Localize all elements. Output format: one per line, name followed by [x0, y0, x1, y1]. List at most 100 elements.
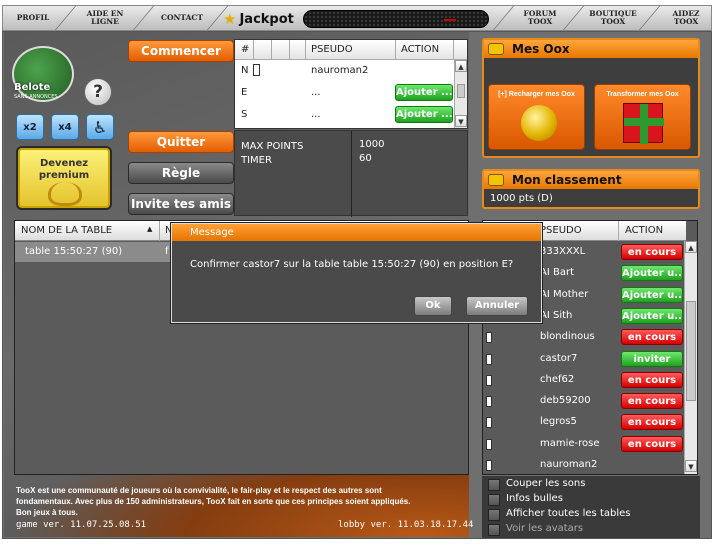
- players-scrollbar[interactable]: ▲ ▼: [684, 241, 697, 474]
- app-window: PROFIL AIDE EN LIGNE CONTACT ★ Jackpot FOR…: [0, 0, 714, 550]
- header-seat: #: [241, 44, 250, 55]
- player-pseudo: legros5: [540, 416, 577, 428]
- scroll-up-icon[interactable]: ▲: [455, 60, 467, 72]
- scroll-down-icon[interactable]: ▼: [685, 460, 697, 472]
- scroll-thumb[interactable]: [686, 301, 696, 401]
- speed-x4-icon[interactable]: x4: [51, 114, 79, 140]
- player-action-button[interactable]: en cours: [621, 414, 683, 431]
- player-action-button[interactable]: en cours: [621, 329, 683, 346]
- player-pseudo: castor7: [540, 352, 578, 364]
- player-checkbox[interactable]: [486, 396, 492, 408]
- annuler-button[interactable]: Annuler: [466, 296, 528, 316]
- player-row[interactable]: legros5 en cours: [483, 412, 686, 433]
- premium-line1: Devenez: [39, 158, 89, 169]
- player-checkbox[interactable]: [486, 417, 492, 429]
- seat-pseudo: ...: [311, 87, 321, 98]
- seats-scrollbar[interactable]: ▲ ▼: [454, 60, 467, 128]
- param-value: 1000: [359, 139, 385, 150]
- player-checkbox[interactable]: [486, 460, 492, 471]
- seat-row: E ... Ajouter ...: [235, 82, 455, 104]
- sort-icon[interactable]: ▲: [147, 225, 152, 233]
- player-pseudo: 333XXXL: [540, 246, 586, 257]
- confirm-dialog: Message Confirmer castor7 sur la table t…: [171, 223, 542, 323]
- transformer-oox-button[interactable]: Transformer mes Oox: [594, 84, 691, 150]
- nav-forum-toox[interactable]: FORUM TOOX: [515, 6, 565, 30]
- table-col2: f: [165, 246, 169, 257]
- player-row[interactable]: mamie-rose en cours: [483, 434, 686, 455]
- player-checkbox[interactable]: [486, 438, 492, 450]
- player-action-button[interactable]: en cours: [621, 435, 683, 452]
- nav-aidez-toox[interactable]: AIDEZ TOOX: [663, 6, 709, 30]
- player-action-button[interactable]: Ajouter u...: [621, 307, 683, 324]
- seat-label: E: [241, 87, 248, 98]
- player-row[interactable]: chef62 en cours: [483, 370, 686, 391]
- player-action-button[interactable]: en cours: [621, 371, 683, 388]
- scroll-down-icon[interactable]: ▼: [455, 115, 467, 127]
- quitter-button[interactable]: Quitter: [128, 131, 234, 153]
- header-table-name[interactable]: NOM DE LA TABLE: [21, 225, 112, 236]
- player-checkbox[interactable]: [486, 374, 492, 386]
- nav-profil[interactable]: PROFIL: [7, 6, 59, 30]
- about-text: TooX est une communauté de joueurs où la…: [16, 486, 411, 517]
- player-row[interactable]: blondinous en cours: [483, 327, 686, 348]
- help-button[interactable]: ?: [84, 78, 112, 106]
- player-pseudo: AI Bart: [540, 267, 574, 279]
- invite-friends-button[interactable]: Invite tes amis: [128, 193, 234, 215]
- seat-pseudo: nauroman2: [311, 65, 369, 76]
- player-pseudo: mamie-rose: [540, 437, 600, 449]
- scroll-up-icon[interactable]: ▲: [685, 241, 697, 253]
- seat-marker: [253, 64, 260, 76]
- star-icon: ★: [223, 10, 237, 28]
- classement-panel: Mon classement 1000 pts (D): [482, 169, 700, 209]
- premium-button[interactable]: Devenez premium: [16, 146, 112, 210]
- player-row[interactable]: deb59200 en cours: [483, 391, 686, 412]
- player-action-button[interactable]: Ajouter u...: [621, 286, 683, 303]
- player-pseudo: AI Sith: [540, 309, 573, 321]
- player-action-button[interactable]: en cours: [621, 244, 683, 260]
- options-panel: Couper les sons Infos bulles Afficher to…: [482, 476, 700, 538]
- nav-boutique-toox[interactable]: BOUTIQUE TOOX: [583, 6, 643, 30]
- player-action-button[interactable]: en cours: [621, 393, 683, 410]
- add-player-button[interactable]: Ajouter ...: [395, 106, 453, 123]
- accessibility-icon[interactable]: ♿: [86, 114, 114, 140]
- player-pseudo: nauroman2: [540, 459, 598, 470]
- ok-button[interactable]: Ok: [414, 296, 452, 316]
- add-player-button[interactable]: Ajouter ...: [395, 84, 453, 101]
- mes-oox-panel: Mes Oox [+] Recharger mes Oox Transforme…: [482, 38, 700, 158]
- param-value: 60: [359, 153, 372, 164]
- player-action-button[interactable]: inviter: [621, 350, 683, 367]
- classement-title: Mon classement: [484, 171, 698, 189]
- player-pseudo: blondinous: [540, 331, 595, 343]
- header-pseudo[interactable]: PSEUDO: [540, 225, 582, 236]
- param-label: TIMER: [241, 155, 272, 166]
- laurel-icon: [48, 182, 82, 206]
- player-action-button[interactable]: Ajouter u...: [621, 265, 683, 282]
- dialog-message: Confirmer castor7 sur la table table 15:…: [190, 259, 514, 270]
- player-checkbox[interactable]: [486, 332, 492, 344]
- game-version: game ver. 11.07.25.08.51: [16, 520, 147, 530]
- wallet-icon: [488, 43, 504, 55]
- player-pseudo: AI Mother: [540, 288, 589, 300]
- nav-aide-en-ligne[interactable]: AIDE EN LIGNE: [75, 6, 135, 30]
- recharger-oox-button[interactable]: [+] Recharger mes Oox: [488, 84, 585, 150]
- scroll-thumb[interactable]: [457, 84, 465, 98]
- top-navigation: PROFIL AIDE EN LIGNE CONTACT ★ Jackpot FOR…: [2, 5, 712, 31]
- header-action: ACTION: [401, 44, 440, 55]
- speed-x2-icon[interactable]: x2: [16, 114, 44, 140]
- player-pseudo: chef62: [540, 373, 575, 385]
- gift-icon: [623, 103, 664, 144]
- seat-label: S: [241, 109, 248, 120]
- commencer-button[interactable]: Commencer: [128, 40, 234, 62]
- seats-header: # PSEUDO ACTION: [235, 40, 467, 60]
- seat-row: S ... Ajouter ...: [235, 104, 455, 126]
- player-checkbox[interactable]: [486, 353, 492, 365]
- player-row[interactable]: castor7 inviter: [483, 349, 686, 370]
- player-row[interactable]: nauroman2: [483, 455, 686, 476]
- seat-pseudo: ...: [311, 109, 321, 120]
- table-name: table 15:50:27 (90): [25, 246, 123, 257]
- logo-title: Belote: [14, 82, 51, 93]
- nav-contact[interactable]: CONTACT: [153, 6, 211, 30]
- player-pseudo: deb59200: [540, 395, 591, 407]
- regle-button[interactable]: Règle: [128, 162, 234, 184]
- seat-label: N: [241, 65, 249, 76]
